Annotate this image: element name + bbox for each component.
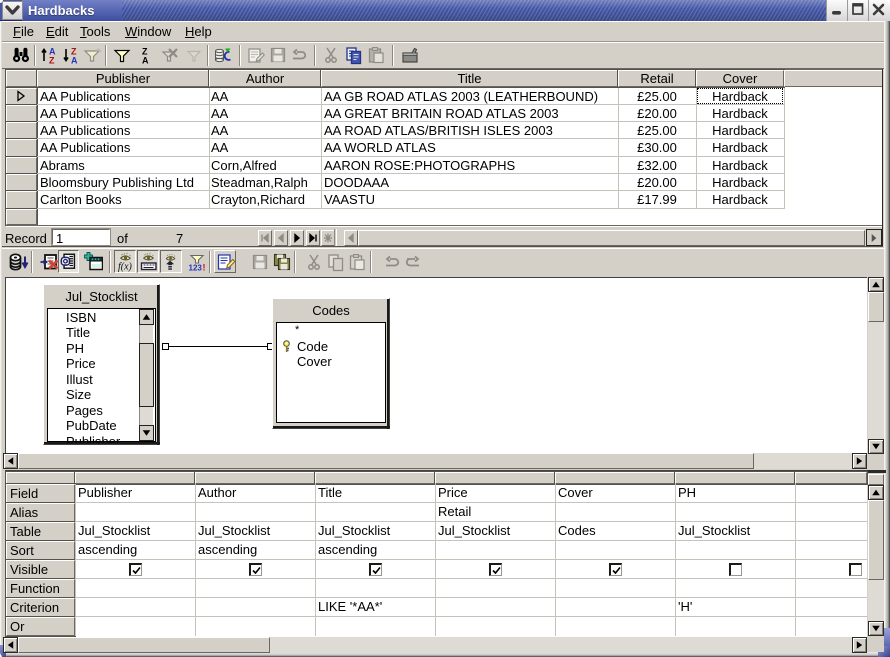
svg-text:f(x): f(x): [118, 262, 133, 273]
svg-text:123: 123: [189, 264, 203, 273]
svg-text:A: A: [71, 56, 78, 66]
svg-text:A: A: [142, 56, 149, 66]
svg-text:Z: Z: [49, 56, 55, 66]
svg-text:!: !: [203, 263, 206, 273]
